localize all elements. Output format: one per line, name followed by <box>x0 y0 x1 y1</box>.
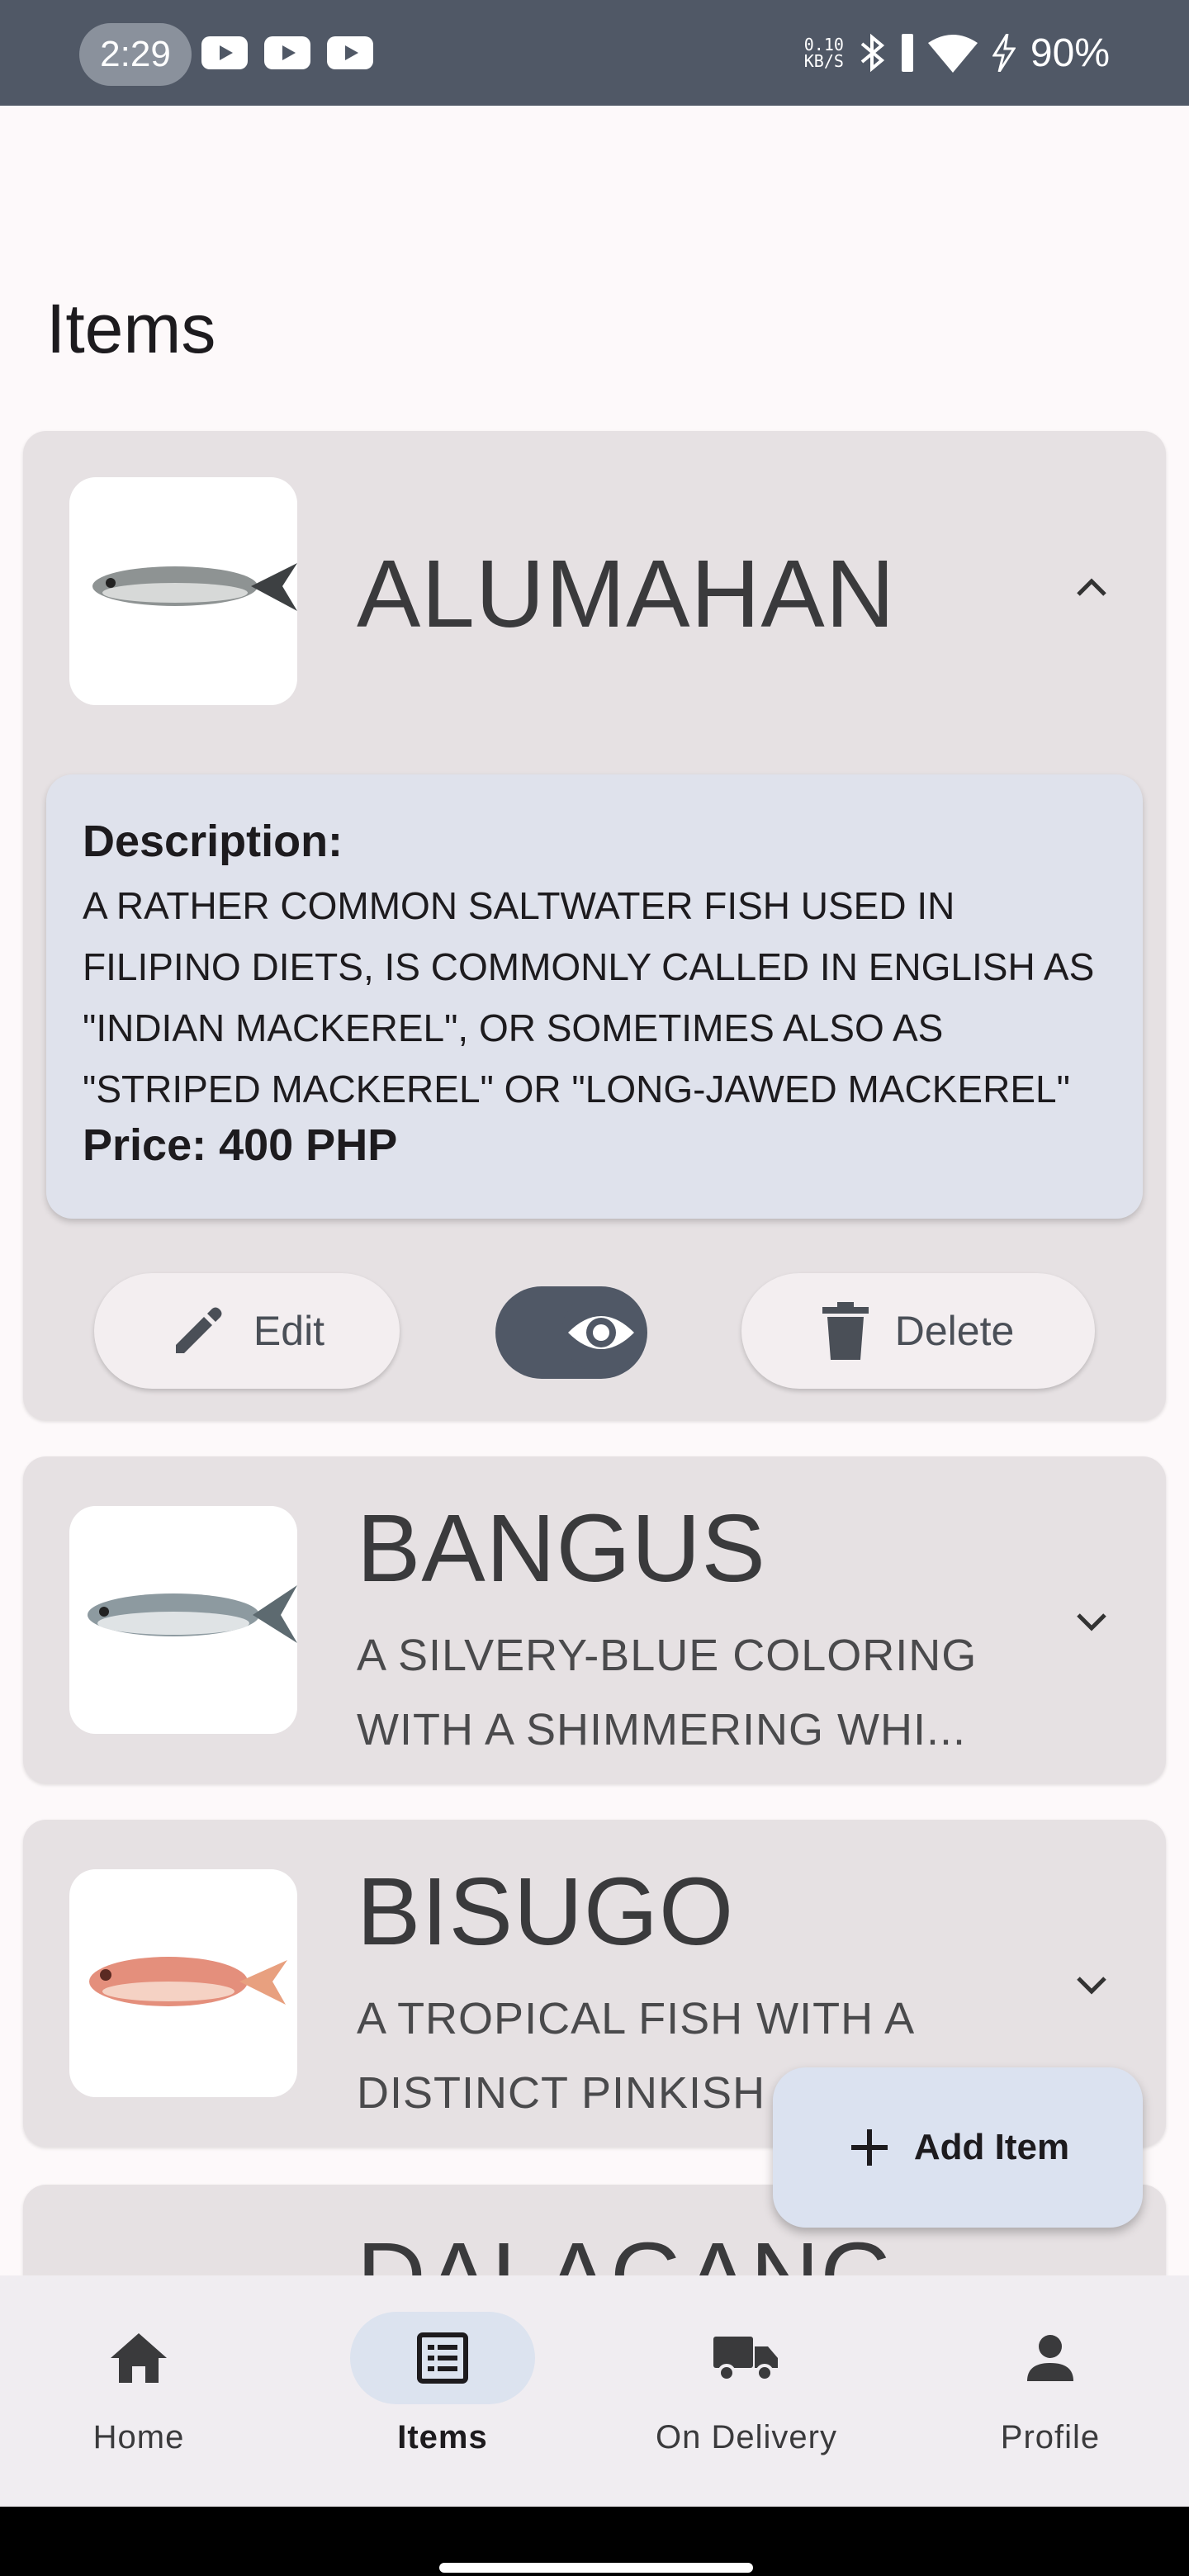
battery-percent: 90% <box>1030 31 1110 75</box>
home-gesture-handle[interactable] <box>439 2563 753 2573</box>
visibility-toggle-knob <box>561 1293 641 1372</box>
youtube-notification-icon <box>327 36 373 69</box>
pencil-icon <box>175 1307 222 1353</box>
net-speed-unit: KB/S <box>803 51 844 71</box>
net-speed-indicator: 0.10 KB/S <box>804 36 844 69</box>
status-icons: 0.10 KB/S 90% <box>804 25 1110 81</box>
item-card-alumahan[interactable]: ALUMAHAN Description: A RATHER COMMON SA… <box>23 431 1166 1420</box>
item-image <box>69 477 297 705</box>
item-image <box>69 1506 297 1734</box>
bluetooth-icon <box>860 33 885 73</box>
status-time: 2:29 <box>79 23 192 86</box>
person-icon <box>1027 2335 1073 2381</box>
item-name: BISUGO <box>357 1858 735 1965</box>
chevron-down-icon[interactable] <box>1068 1598 1115 1645</box>
delete-button-label: Delete <box>894 1308 1015 1354</box>
chevron-down-icon[interactable] <box>1068 1962 1115 2008</box>
nav-indicator <box>350 2312 535 2404</box>
list-icon <box>417 2332 468 2384</box>
youtube-notification-icon <box>264 36 310 69</box>
status-bar: 2:29 0.10 KB/S 90% <box>0 0 1189 106</box>
nav-label: Items <box>397 2419 488 2455</box>
visibility-toggle[interactable] <box>495 1286 647 1379</box>
fish-image-bangus <box>88 1585 297 1643</box>
add-item-button[interactable]: Add Item <box>773 2067 1143 2228</box>
item-image <box>69 1869 297 2097</box>
add-item-label: Add Item <box>913 2127 1070 2167</box>
trash-icon <box>822 1302 869 1360</box>
nav-item-home[interactable]: Home <box>23 2312 254 2456</box>
description-text: A RATHER COMMON SALTWATER FISH USED IN F… <box>83 884 1095 1110</box>
wifi-icon <box>927 35 978 73</box>
nav-label: Home <box>92 2419 185 2455</box>
nav-label: On Delivery <box>656 2419 837 2455</box>
item-name: BANGUS <box>357 1494 766 1602</box>
nav-item-profile[interactable]: Profile <box>935 2312 1166 2456</box>
truck-icon <box>713 2337 778 2382</box>
description-label: Description: <box>83 817 343 866</box>
chevron-up-icon[interactable] <box>1068 565 1115 611</box>
nav-indicator <box>654 2312 839 2404</box>
item-name: ALUMAHAN <box>357 540 896 647</box>
item-card-bangus[interactable]: BANGUS A SILVERY-BLUE COLORING WITH A SH… <box>23 1456 1166 1783</box>
fish-image-bisugo <box>89 1957 287 2006</box>
nav-indicator <box>958 2312 1143 2404</box>
nav-label: Profile <box>1000 2419 1101 2455</box>
eye-icon <box>568 1316 634 1349</box>
plus-icon <box>850 2129 888 2166</box>
home-icon <box>111 2333 167 2383</box>
charging-icon <box>992 34 1016 72</box>
battery-small-icon <box>901 34 913 72</box>
edit-button-label: Edit <box>253 1308 325 1354</box>
youtube-notification-icon <box>201 36 248 69</box>
edit-button[interactable]: Edit <box>94 1273 400 1389</box>
nav-item-on-delivery[interactable]: On Delivery <box>631 2312 862 2456</box>
item-description-panel: Description: A RATHER COMMON SALTWATER F… <box>46 774 1143 1219</box>
item-price: Price: 400 PHP <box>83 1120 398 1170</box>
item-snippet: A SILVERY-BLUE COLORING WITH A SHIMMERIN… <box>357 1631 978 1754</box>
delete-button[interactable]: Delete <box>741 1273 1095 1389</box>
nav-item-items[interactable]: Items <box>327 2312 558 2456</box>
net-speed-value: 0.10 <box>803 35 844 54</box>
bottom-navigation: Home Items On Delivery Profile <box>0 2275 1189 2507</box>
nav-indicator <box>46 2312 231 2404</box>
fish-image-alumahan <box>92 563 297 611</box>
page-title: Items <box>46 290 216 367</box>
